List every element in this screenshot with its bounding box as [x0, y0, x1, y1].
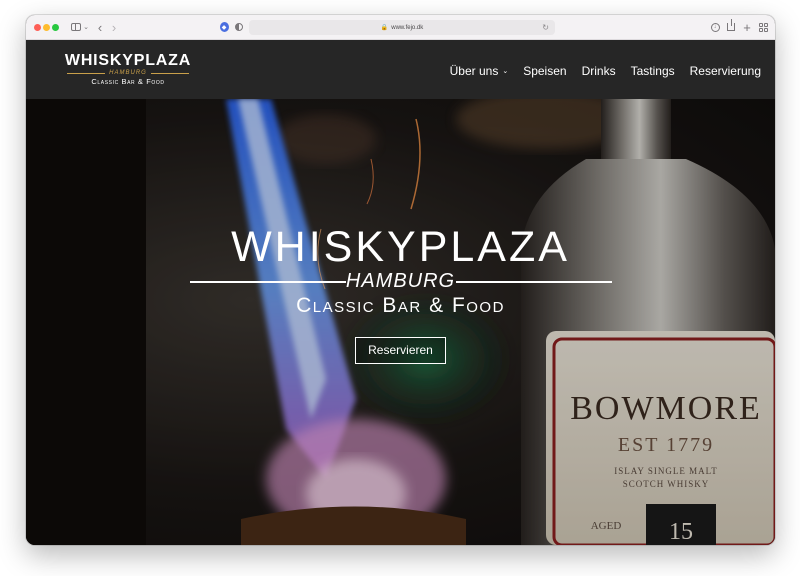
nav-item-reservierung[interactable]: Reservierung	[690, 64, 761, 78]
nav-item-drinks[interactable]: Drinks	[582, 64, 616, 78]
hero-city: HAMBURG	[345, 270, 456, 292]
nav-item-label: Reservierung	[689, 64, 761, 78]
extension-shield-icon[interactable]: ◆	[217, 19, 231, 35]
hero-content: WHISKYPLAZA HAMBURG Classic Bar & Food R…	[26, 224, 775, 364]
nav-item-speisen[interactable]: Speisen	[523, 64, 566, 78]
zoom-window-button[interactable]	[52, 24, 59, 31]
nav-item-ueber-uns[interactable]: Über uns ⌄	[450, 64, 509, 78]
nav-item-label: Speisen	[523, 64, 567, 78]
nav-item-label: Tastings	[630, 64, 675, 78]
share-icon[interactable]	[725, 19, 737, 35]
forward-arrow-icon[interactable]: ›	[108, 19, 120, 35]
new-tab-plus-icon[interactable]: +	[741, 19, 753, 35]
site-logo[interactable]: WHISKYPLAZA HAMBURG Classic Bar & Food	[63, 53, 193, 87]
lock-icon: 🔒	[380, 25, 389, 31]
reservieren-button[interactable]: Reservieren	[355, 337, 446, 364]
nav-item-tastings[interactable]: Tastings	[631, 64, 675, 78]
site-header: WHISKYPLAZA HAMBURG Classic Bar & Food Ü…	[26, 40, 775, 99]
logo-city: HAMBURG	[63, 69, 193, 77]
logo-tagline: Classic Bar & Food	[91, 77, 165, 86]
downloads-icon[interactable]: ↓	[709, 19, 721, 35]
reload-icon[interactable]: ↻	[542, 23, 549, 32]
chevron-down-icon: ⌄	[502, 68, 509, 75]
browser-toolbar: ⌄ ‹ › ◆ 🔒 www.fejo.dk ↻ ↓ +	[26, 15, 775, 40]
nav-item-label: Drinks	[581, 64, 616, 78]
back-arrow-icon[interactable]: ‹	[94, 19, 106, 35]
browser-window: ⌄ ‹ › ◆ 🔒 www.fejo.dk ↻ ↓ + WHISKYPLAZA …	[26, 15, 775, 545]
privacy-report-icon[interactable]	[232, 19, 246, 35]
nav-item-label: Über uns	[449, 64, 499, 78]
logo-name: WHISKYPLAZA	[64, 52, 192, 69]
url-text: www.fejo.dk	[391, 24, 424, 31]
address-bar[interactable]: 🔒 www.fejo.dk ↻	[249, 20, 555, 35]
main-nav: Über uns ⌄ Speisen Drinks Tastings Reser…	[450, 64, 761, 78]
chevron-down-icon[interactable]: ⌄	[82, 19, 90, 35]
close-window-button[interactable]	[34, 24, 41, 31]
hero-city-row: HAMBURG	[189, 270, 612, 292]
tab-overview-icon[interactable]	[757, 19, 769, 35]
minimize-window-button[interactable]	[43, 24, 50, 31]
hero-section: BOWMORE EST 1779 ISLAY SINGLE MALT SCOTC…	[26, 99, 775, 545]
hero-title: WHISKYPLAZA	[231, 223, 570, 271]
hero-tagline: Classic Bar & Food	[296, 294, 505, 317]
